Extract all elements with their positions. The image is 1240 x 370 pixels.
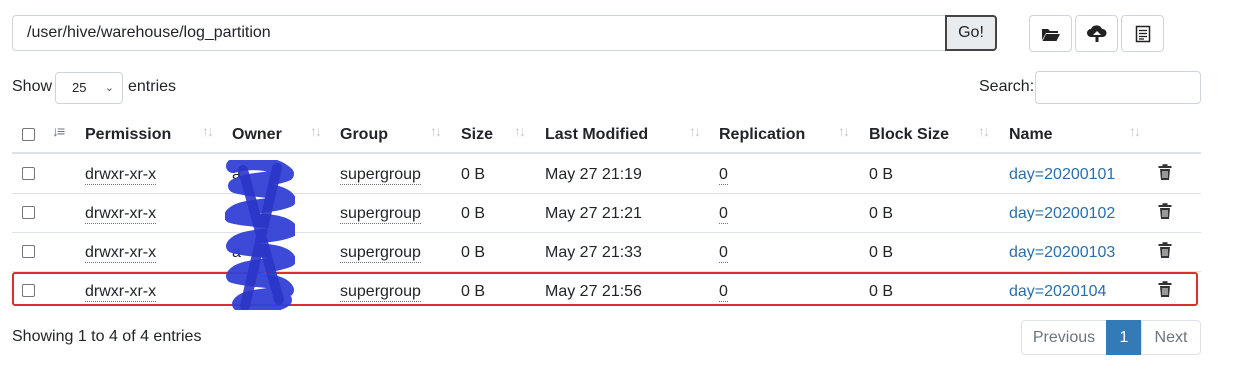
group-cell[interactable]: supergroup [340,205,421,224]
chevron-down-icon: ⌄ [104,82,114,94]
table-row: drwxr-xr-x a supergroup 0 B May 27 21:33… [12,233,1201,272]
table-row: drwxr-xr-x supergroup 0 B May 27 21:21 0… [12,194,1201,233]
block-size-cell: 0 B [869,205,894,222]
show-label: Show [12,78,53,95]
name-link[interactable]: day=20200103 [1009,244,1115,262]
sort-icon[interactable]: ↑↓ [1129,123,1141,139]
row-checkbox[interactable] [22,245,35,258]
header-replication[interactable]: Replication [719,126,805,144]
size-cell: 0 B [461,244,486,261]
table-row: drwxr-xr-x supergroup 0 B May 27 21:56 0… [12,272,1201,311]
block-size-cell: 0 B [869,283,894,300]
open-folder-button[interactable] [1029,15,1072,52]
sort-icon[interactable]: ↑↓ [202,123,214,139]
sort-icon[interactable]: ↓≡ [52,123,65,139]
table-row: drwxr-xr-x a supergroup 0 B May 27 21:19… [12,155,1201,194]
page-length-select[interactable]: 25 ⌄ [55,72,123,104]
list-view-button[interactable] [1121,15,1164,52]
previous-button[interactable]: Previous [1021,320,1107,355]
sort-icon[interactable]: ↑↓ [310,123,322,139]
header-block-size[interactable]: Block Size [869,126,949,144]
header-last-modified[interactable]: Last Modified [545,126,648,144]
go-button[interactable]: Go! [945,15,997,51]
block-size-cell: 0 B [869,244,894,261]
header-name[interactable]: Name [1009,126,1053,144]
row-checkbox[interactable] [22,284,35,297]
page-1-button[interactable]: 1 [1106,320,1142,355]
search-label: Search: [979,78,1035,95]
redaction-scribble [225,160,295,310]
header-group[interactable]: Group [340,126,388,144]
cloud-upload-icon [1086,24,1107,42]
list-icon [1135,25,1150,42]
permission-cell[interactable]: drwxr-xr-x [85,244,157,263]
sort-icon[interactable]: ↑↓ [838,123,850,139]
upload-button[interactable] [1075,15,1118,52]
name-link[interactable]: day=20200101 [1009,166,1115,184]
group-cell[interactable]: supergroup [340,166,421,185]
search-input[interactable] [1035,71,1201,104]
group-cell[interactable]: supergroup [340,244,421,263]
trash-icon[interactable] [1158,164,1172,181]
path-input[interactable]: /user/hive/warehouse/log_partition [12,15,945,51]
trash-icon[interactable] [1158,281,1172,298]
header-permission[interactable]: Permission [85,126,171,144]
header-size[interactable]: Size [461,126,493,144]
next-button[interactable]: Next [1141,320,1201,355]
sort-icon[interactable]: ↑↓ [514,123,526,139]
table-header: ↓≡ Permission ↑↓ Owner ↑↓ Group ↑↓ Size … [12,116,1201,154]
permission-cell[interactable]: drwxr-xr-x [85,283,157,302]
permission-cell[interactable]: drwxr-xr-x [85,166,157,185]
size-cell: 0 B [461,205,486,222]
name-link[interactable]: day=2020104 [1009,283,1106,301]
modified-cell: May 27 21:21 [545,205,642,222]
group-cell[interactable]: supergroup [340,283,421,302]
row-checkbox[interactable] [22,167,35,180]
size-cell: 0 B [461,283,486,300]
sort-icon[interactable]: ↑↓ [689,123,701,139]
replication-cell[interactable]: 0 [719,205,728,224]
replication-cell[interactable]: 0 [719,244,728,263]
block-size-cell: 0 B [869,166,894,183]
sort-icon[interactable]: ↑↓ [430,123,442,139]
sort-icon[interactable]: ↑↓ [978,123,990,139]
size-cell: 0 B [461,166,486,183]
modified-cell: May 27 21:56 [545,283,642,300]
trash-icon[interactable] [1158,242,1172,259]
modified-cell: May 27 21:19 [545,166,642,183]
entries-label: entries [128,78,177,95]
header-owner[interactable]: Owner [232,126,282,144]
name-link[interactable]: day=20200102 [1009,205,1115,223]
replication-cell[interactable]: 0 [719,283,728,302]
row-checkbox[interactable] [22,206,35,219]
page-length-value: 25 [72,80,87,95]
permission-cell[interactable]: drwxr-xr-x [85,205,157,224]
folder-open-icon [1041,28,1060,41]
modified-cell: May 27 21:33 [545,244,642,261]
select-all-checkbox[interactable] [22,128,35,141]
table-info: Showing 1 to 4 of 4 entries [12,328,202,345]
replication-cell[interactable]: 0 [719,166,728,185]
trash-icon[interactable] [1158,203,1172,220]
